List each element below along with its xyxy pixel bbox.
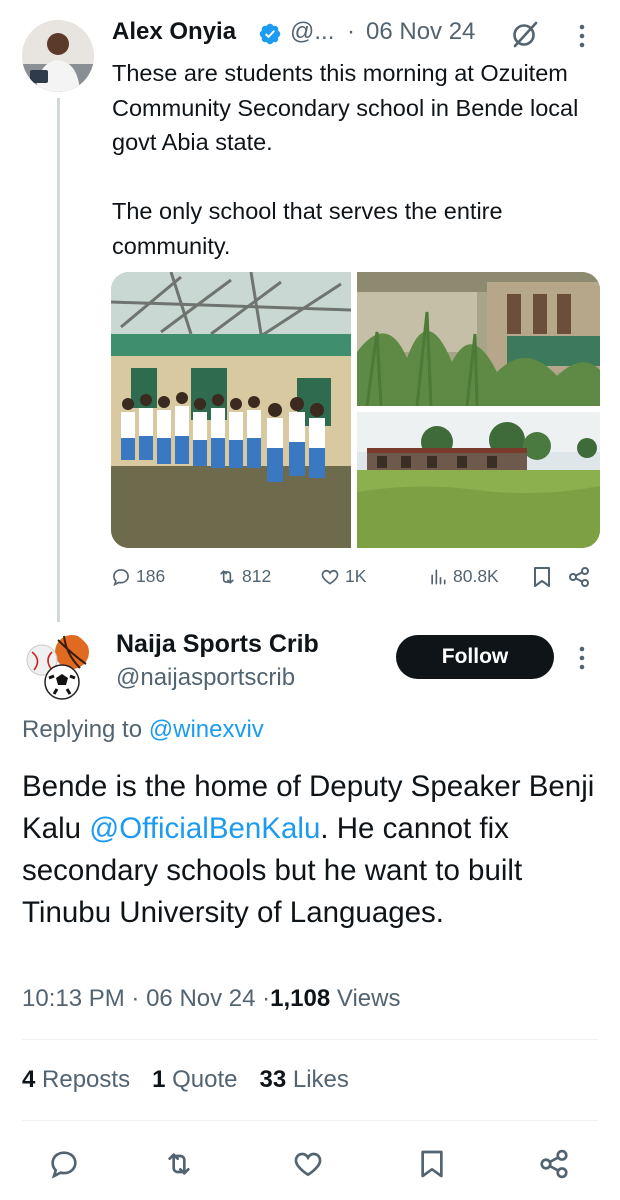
tweet-meta: 10:13 PM · 06 Nov 24 ·1,108 Views — [22, 985, 400, 1013]
reply-button[interactable]: 186 — [111, 566, 165, 587]
overgrown-classroom-block-photo[interactable] — [357, 272, 600, 406]
author-avatar[interactable] — [22, 20, 94, 92]
engagement-stats: 4 Reposts 1 Quote 33 Likes — [22, 1066, 349, 1094]
more-icon[interactable] — [572, 644, 592, 672]
meta-separator: · — [262, 985, 271, 1012]
reposts-label: Reposts — [42, 1066, 131, 1093]
tweet-date[interactable]: 06 Nov 24 — [366, 18, 475, 46]
repost-count: 812 — [242, 566, 272, 586]
like-button[interactable]: 1K — [320, 566, 366, 587]
quotes-label: Quote — [172, 1066, 238, 1093]
replying-to-prefix: Replying to — [22, 716, 143, 743]
separator-dot: · — [347, 18, 355, 45]
repost-button[interactable]: 812 — [217, 566, 271, 587]
follow-button[interactable]: Follow — [396, 635, 554, 679]
divider — [22, 1120, 598, 1121]
mention-link[interactable]: @OfficialBenKalu — [89, 812, 320, 845]
meta-separator: · — [131, 985, 140, 1012]
thread-connector-line — [57, 98, 60, 622]
views-label: Views — [336, 985, 401, 1012]
reply-author-avatar[interactable] — [22, 630, 94, 702]
divider — [22, 1039, 598, 1040]
abandoned-building-in-grass-photo[interactable] — [357, 412, 600, 548]
bookmark-icon[interactable] — [416, 1148, 448, 1180]
views-count: 80.8K — [453, 566, 499, 586]
share-icon[interactable] — [568, 566, 590, 588]
repost-icon — [220, 569, 234, 584]
verified-icon — [259, 23, 281, 45]
likes-count: 33 — [259, 1066, 287, 1093]
reply-tweet-text: Bende is the home of Deputy Speaker Benj… — [22, 766, 602, 934]
like-count: 1K — [345, 566, 367, 586]
reply-author-name[interactable]: Naija Sports Crib — [116, 630, 319, 659]
reply-icon — [113, 568, 129, 586]
reposts-stat[interactable]: 4 Reposts — [22, 1066, 130, 1094]
grok-icon[interactable] — [510, 19, 540, 49]
views-button[interactable]: 80.8K — [428, 566, 499, 587]
reposts-count: 4 — [22, 1066, 36, 1093]
like-icon — [321, 569, 339, 585]
more-icon[interactable] — [572, 22, 592, 50]
quotes-stat[interactable]: 1 Quote — [152, 1066, 237, 1094]
tweet-media-grid[interactable] — [111, 272, 600, 548]
replying-to-line: Replying to @winexviv — [22, 716, 264, 744]
reply-count: 186 — [136, 566, 166, 586]
replying-to-mention[interactable]: @winexviv — [149, 716, 264, 743]
quotes-count: 1 — [152, 1066, 166, 1093]
repost-icon[interactable] — [163, 1148, 195, 1180]
like-icon[interactable] — [292, 1148, 324, 1180]
views-icon — [431, 569, 446, 584]
share-icon[interactable] — [538, 1148, 570, 1180]
author-handle[interactable]: @... — [290, 18, 334, 46]
reply-author-handle[interactable]: @naijasportscrib — [116, 664, 295, 692]
tweet-time[interactable]: 10:13 PM — [22, 985, 125, 1012]
author-name[interactable]: Alex Onyia — [112, 18, 236, 46]
tweet-date[interactable]: 06 Nov 24 — [146, 985, 255, 1012]
likes-stat[interactable]: 33 Likes — [260, 1066, 349, 1094]
likes-label: Likes — [292, 1066, 349, 1093]
bookmark-icon[interactable] — [532, 566, 552, 588]
students-outside-damaged-school-photo[interactable] — [111, 272, 351, 548]
reply-icon[interactable] — [48, 1148, 80, 1180]
tweet-text: These are students this morning at Ozuit… — [112, 60, 579, 259]
views-count: 1,108 — [270, 985, 331, 1012]
